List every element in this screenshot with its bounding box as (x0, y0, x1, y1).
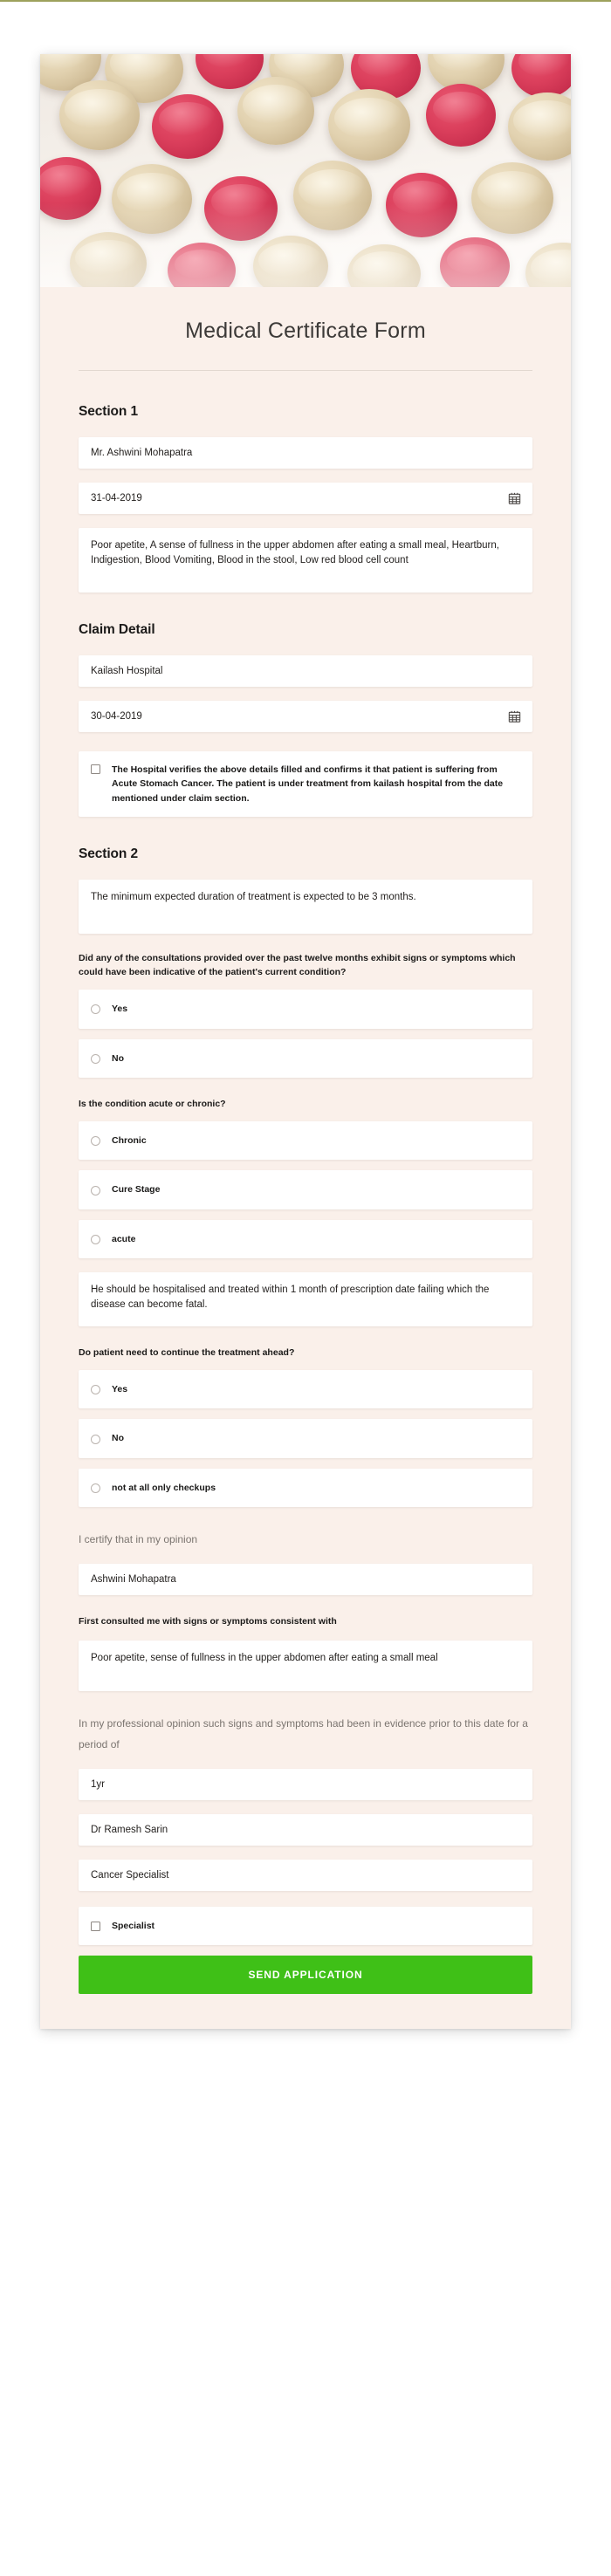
page-top-rule (0, 0, 611, 2)
first-consulted-textarea[interactable]: Poor apetite, sense of fullness in the u… (79, 1641, 532, 1692)
radio-label: Chronic (112, 1135, 147, 1147)
radio-label: Yes (112, 1384, 128, 1395)
medical-certificate-card: Medical Certificate Form Section 1 Mr. A… (40, 54, 571, 2030)
hospital-verification-checkbox-card[interactable]: The Hospital verifies the above details … (79, 751, 532, 817)
acute-chronic-question: Is the condition acute or chronic? (79, 1098, 226, 1109)
doctor-qualification-input[interactable] (79, 1860, 532, 1892)
doctor-name-input[interactable] (79, 1814, 532, 1846)
radio-icon[interactable] (91, 1053, 100, 1064)
radio-label: acute (112, 1233, 136, 1244)
radio-option-consultation-yes[interactable]: Yes (79, 990, 532, 1029)
radio-icon[interactable] (91, 1434, 100, 1444)
radio-label: No (112, 1433, 124, 1444)
specialist-checkbox-card[interactable]: Specialist (79, 1907, 532, 1946)
radio-option-continue-no[interactable]: No (79, 1419, 532, 1458)
period-input[interactable] (79, 1769, 532, 1801)
patient-date-row (79, 483, 532, 514)
radio-icon[interactable] (91, 1385, 100, 1395)
radio-option-cure-stage[interactable]: Cure Stage (79, 1170, 532, 1209)
claim-detail-heading: Claim Detail (79, 622, 155, 637)
consultations-question: Did any of the consultations provided ov… (79, 952, 516, 978)
professional-opinion-statement: In my professional opinion such signs an… (79, 1717, 528, 1750)
first-consulted-label: First consulted me with signs or symptom… (79, 1616, 337, 1627)
symptoms-textarea[interactable]: Poor apetite, A sense of fullness in the… (79, 528, 532, 593)
hospitalisation-textarea[interactable]: He should be hospitalised and treated wi… (79, 1271, 532, 1326)
certify-statement: I certify that in my opinion (79, 1532, 198, 1545)
treatment-duration-textarea[interactable]: The minimum expected duration of treatme… (79, 879, 532, 934)
calendar-icon[interactable] (508, 710, 521, 723)
radio-icon[interactable] (91, 1483, 100, 1493)
radio-option-continue-yes[interactable]: Yes (79, 1370, 532, 1409)
claim-date-row (79, 701, 532, 732)
radio-option-consultation-no[interactable]: No (79, 1038, 532, 1078)
patient-name-input[interactable] (79, 437, 532, 469)
specialist-label: Specialist (112, 1921, 155, 1932)
radio-label: not at all only checkups (112, 1482, 216, 1493)
checkbox-icon[interactable] (91, 1921, 100, 1931)
hospital-name-input[interactable] (79, 655, 532, 687)
radio-option-continue-checkups[interactable]: not at all only checkups (79, 1468, 532, 1507)
title-divider (79, 370, 532, 371)
certify-name-input[interactable] (79, 1564, 532, 1596)
radio-label: Cure Stage (112, 1184, 161, 1196)
radio-label: Yes (112, 1004, 128, 1015)
hero-pills-photo (40, 54, 571, 287)
continue-treatment-question: Do patient need to continue the treatmen… (79, 1346, 295, 1358)
radio-icon[interactable] (91, 1234, 100, 1244)
radio-option-acute[interactable]: acute (79, 1219, 532, 1258)
radio-icon[interactable] (91, 1136, 100, 1147)
hospital-verification-label: The Hospital verifies the above details … (112, 764, 504, 804)
radio-icon[interactable] (91, 1185, 100, 1196)
patient-date-input[interactable] (79, 483, 532, 514)
radio-option-chronic[interactable]: Chronic (79, 1121, 532, 1161)
radio-label: No (112, 1052, 124, 1064)
calendar-icon[interactable] (508, 492, 521, 505)
page-title: Medical Certificate Form (185, 319, 426, 343)
section-1-heading: Section 1 (79, 404, 139, 419)
radio-icon[interactable] (91, 1004, 100, 1015)
claim-date-input[interactable] (79, 701, 532, 732)
send-application-button[interactable]: SEND APPLICATION (79, 1956, 532, 1995)
section-2-heading: Section 2 (79, 846, 139, 861)
checkbox-icon[interactable] (91, 764, 100, 774)
